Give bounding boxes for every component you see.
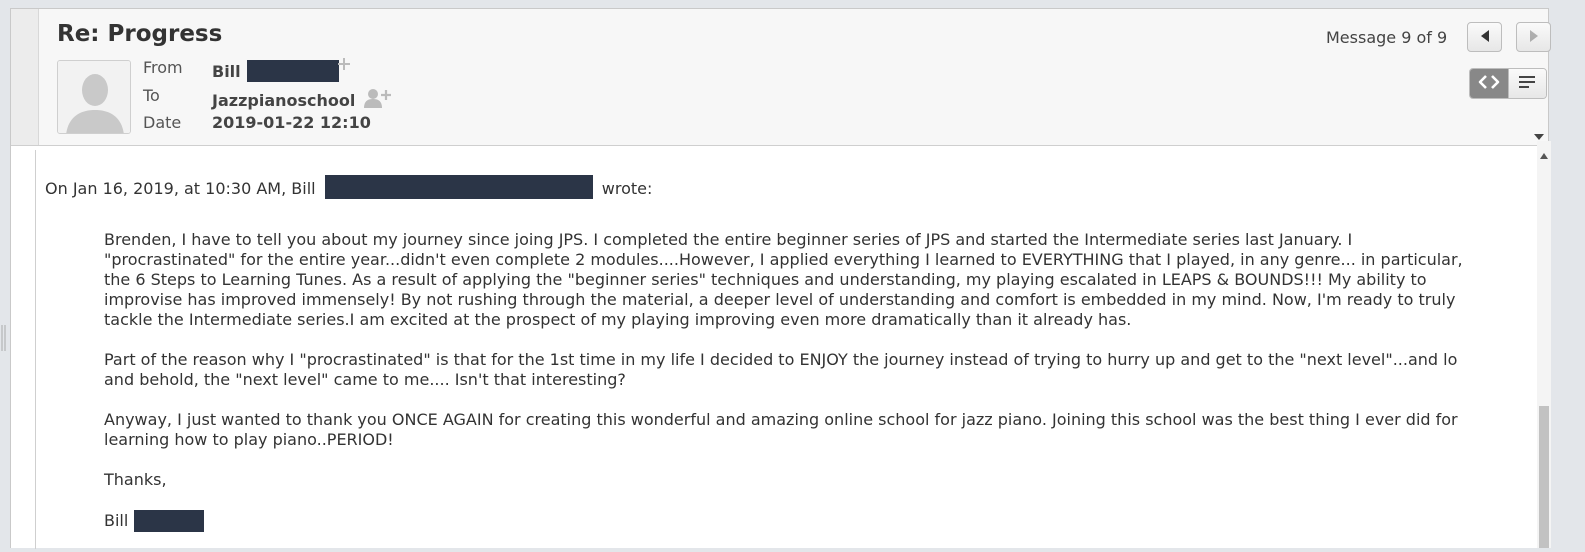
from-value: Bill: [212, 57, 351, 82]
redacted-email: [324, 175, 593, 199]
resize-grip[interactable]: [1, 325, 7, 351]
quote-paragraph: Part of the reason why I "procrastinated…: [104, 350, 1458, 389]
scroll-up-icon[interactable]: [1540, 144, 1548, 163]
header-gutter: [11, 9, 39, 145]
redacted-surname: [246, 60, 339, 82]
message-header: Re: Progress From Bill To Jazzpianoschoo…: [11, 9, 1551, 146]
code-view-icon: [1478, 74, 1500, 93]
add-contact-icon[interactable]: [337, 56, 351, 75]
quote-intro: On Jan 16, 2019, at 10:30 AM, Bill wrote…: [45, 175, 652, 199]
to-name[interactable]: Jazzpianoschool: [212, 91, 355, 110]
date-value: 2019-01-22 12:10: [212, 113, 371, 132]
plain-text-view-button[interactable]: [1507, 69, 1546, 98]
next-message-button[interactable]: [1516, 22, 1551, 52]
scrollbar-thumb[interactable]: [1539, 406, 1549, 548]
to-label: To: [143, 86, 160, 105]
text-lines-icon: [1518, 74, 1536, 93]
quote-paragraph: Thanks,: [104, 470, 167, 489]
chevron-left-icon: [1479, 28, 1491, 47]
message-body: On Jan 16, 2019, at 10:30 AM, Bill wrote…: [35, 150, 1546, 549]
quoted-message: Brenden, I have to tell you about my jou…: [104, 230, 1464, 552]
redacted-signature: [134, 510, 205, 532]
intro-suffix: wrote:: [601, 179, 653, 198]
message-window: Re: Progress From Bill To Jazzpianoschoo…: [10, 8, 1551, 549]
person-placeholder-icon: [57, 60, 131, 134]
view-mode-toggle: [1469, 68, 1547, 99]
quote-paragraph: Brenden, I have to tell you about my jou…: [104, 230, 1463, 329]
quote-paragraph: Anyway, I just wanted to thank you ONCE …: [104, 410, 1458, 449]
chevron-right-icon: [1528, 28, 1540, 47]
html-view-button[interactable]: [1470, 69, 1508, 98]
date-label: Date: [143, 113, 182, 132]
from-name[interactable]: Bill: [212, 62, 241, 81]
from-label: From: [143, 58, 183, 77]
signature-name: Bill: [104, 511, 129, 530]
message-subject: Re: Progress: [57, 21, 223, 47]
intro-prefix: On Jan 16, 2019, at 10:30 AM, Bill: [45, 179, 316, 198]
vertical-scrollbar[interactable]: [1537, 141, 1551, 548]
previous-message-button[interactable]: [1467, 22, 1502, 52]
to-value: Jazzpianoschool: [212, 88, 392, 112]
message-counter: Message 9 of 9: [1326, 28, 1448, 47]
add-contact-icon[interactable]: [364, 88, 392, 112]
signature: Bill: [104, 510, 1464, 532]
